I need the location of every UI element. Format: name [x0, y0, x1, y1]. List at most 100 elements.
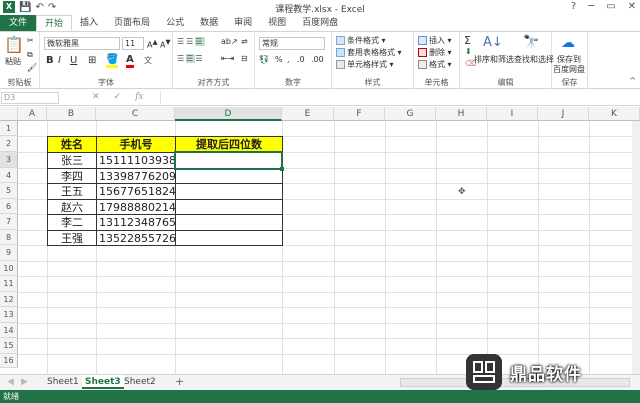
shrink-font-icon[interactable]: A▼	[160, 38, 171, 50]
column-header[interactable]: J	[538, 107, 589, 121]
tab-data[interactable]: 数据	[192, 15, 226, 31]
active-cell-selection[interactable]	[174, 151, 283, 170]
tab-home[interactable]: 开始	[36, 15, 73, 31]
currency-icon[interactable]: 💱	[259, 55, 269, 64]
autosum-button[interactable]: Σ	[464, 34, 471, 47]
row-header[interactable]: 16	[0, 354, 18, 368]
table-cell[interactable]	[175, 183, 283, 200]
name-box[interactable]: D3	[1, 92, 59, 104]
row-header[interactable]: 2	[0, 136, 18, 152]
row-header[interactable]: 7	[0, 214, 18, 230]
table-cell[interactable]: 13112348765	[96, 214, 176, 231]
row-header[interactable]: 1	[0, 121, 18, 136]
save-to-baidu-button-line2[interactable]: 百度网盘	[553, 64, 585, 75]
row-header[interactable]: 14	[0, 323, 18, 338]
table-cell[interactable]	[175, 199, 283, 215]
column-header[interactable]: I	[487, 107, 538, 121]
grow-font-icon[interactable]: A▲	[147, 38, 158, 50]
percent-icon[interactable]: %	[275, 55, 283, 64]
table-cell[interactable]	[175, 230, 283, 246]
table-header-phone[interactable]: 手机号	[96, 136, 176, 153]
tab-review[interactable]: 审阅	[226, 15, 260, 31]
fill-icon[interactable]: ⬇	[465, 47, 472, 56]
column-header[interactable]: F	[334, 107, 385, 121]
row-header[interactable]: 4	[0, 168, 18, 183]
column-header[interactable]: E	[282, 107, 334, 121]
find-select-button[interactable]: 查找和选择	[514, 54, 554, 65]
table-cell[interactable]: 王强	[47, 230, 97, 246]
row-header-selected[interactable]: 3	[0, 152, 18, 168]
tab-formulas[interactable]: 公式	[158, 15, 192, 31]
baidu-netdisk-icon[interactable]: ☁	[561, 35, 575, 51]
row-header[interactable]: 13	[0, 307, 18, 323]
table-format-button[interactable]: 套用表格格式 ▾	[336, 47, 402, 58]
select-all-corner[interactable]	[0, 107, 18, 121]
insert-button[interactable]: 插入 ▾	[418, 35, 452, 46]
column-header[interactable]: G	[385, 107, 436, 121]
table-cell[interactable]: 13522855726	[96, 230, 176, 246]
decrease-decimal-icon[interactable]: .00	[311, 55, 324, 64]
phonetic-icon[interactable]: 文	[144, 55, 152, 66]
help-button[interactable]: ?	[571, 1, 576, 12]
insert-function-icon[interactable]: fx	[135, 92, 143, 102]
next-sheet-icon[interactable]: ▶	[18, 375, 31, 389]
orientation-icon[interactable]: ab↗	[221, 37, 238, 46]
row-header[interactable]: 12	[0, 292, 18, 307]
cut-icon[interactable]: ✂	[27, 36, 34, 45]
table-cell[interactable]: 李二	[47, 214, 97, 231]
row-header[interactable]: 8	[0, 230, 18, 245]
sort-filter-icon[interactable]: A↓	[483, 35, 503, 50]
collapse-ribbon-icon[interactable]: ^	[629, 76, 636, 85]
formula-input[interactable]	[160, 91, 636, 104]
table-cell[interactable]	[175, 168, 283, 184]
top-align-icon[interactable]: ☰☰☰	[177, 37, 205, 46]
comma-icon[interactable]: ,	[287, 55, 290, 64]
sheet-tab[interactable]: Sheet2	[121, 375, 159, 389]
cancel-icon[interactable]: ✕	[92, 92, 100, 102]
paste-button[interactable]: 粘贴	[5, 56, 21, 67]
sort-filter-button[interactable]: 排序和筛选	[474, 54, 514, 65]
row-header[interactable]: 9	[0, 245, 18, 261]
confirm-icon[interactable]: ✓	[114, 92, 122, 102]
close-button[interactable]: ✕	[628, 1, 636, 12]
table-cell[interactable]	[175, 214, 283, 231]
column-header[interactable]: B	[47, 107, 96, 121]
indent-icon[interactable]: ⇤⇥	[221, 54, 234, 63]
tab-page-layout[interactable]: 页面布局	[106, 15, 158, 31]
format-painter-icon[interactable]: 🖌	[27, 63, 37, 72]
font-size-select[interactable]: 11	[122, 37, 144, 50]
find-select-icon[interactable]: 🔭	[523, 35, 539, 50]
delete-button[interactable]: 删除 ▾	[418, 47, 452, 58]
sheet-tab-active[interactable]: Sheet3	[82, 375, 124, 389]
column-header[interactable]: A	[18, 107, 47, 121]
format-button[interactable]: 格式 ▾	[418, 59, 452, 70]
tab-baidu-netdisk[interactable]: 百度网盘	[294, 15, 346, 31]
increase-decimal-icon[interactable]: .0	[297, 55, 305, 64]
add-sheet-button[interactable]: +	[172, 375, 187, 389]
table-cell[interactable]: 赵六	[47, 199, 97, 215]
number-format-select[interactable]: 常规	[259, 37, 325, 50]
table-header-name[interactable]: 姓名	[47, 136, 97, 153]
row-header[interactable]: 5	[0, 183, 18, 199]
column-header-selected[interactable]: D	[175, 107, 282, 121]
border-icon[interactable]: ⊞	[88, 55, 96, 66]
italic-button[interactable]: I	[58, 55, 61, 66]
table-cell[interactable]: 15111103938	[96, 152, 176, 169]
left-align-icon[interactable]: ☰☰☰	[177, 54, 205, 63]
row-header[interactable]: 15	[0, 338, 18, 354]
table-cell[interactable]: 王五	[47, 183, 97, 200]
column-header[interactable]: H	[436, 107, 487, 121]
table-cell[interactable]: 17988880214	[96, 199, 176, 215]
table-cell[interactable]: 15677651824	[96, 183, 176, 200]
sheet-tab[interactable]: Sheet1	[44, 375, 82, 389]
prev-sheet-icon[interactable]: ◀	[4, 375, 17, 389]
tab-view[interactable]: 视图	[260, 15, 294, 31]
table-cell[interactable]: 张三	[47, 152, 97, 169]
wrap-text-icon[interactable]: ⇌	[241, 37, 248, 46]
table-cell[interactable]: 李四	[47, 168, 97, 184]
row-header[interactable]: 6	[0, 199, 18, 214]
fill-handle[interactable]	[280, 167, 284, 171]
row-header[interactable]: 11	[0, 276, 18, 292]
minimize-button[interactable]: ─	[588, 1, 594, 12]
copy-icon[interactable]: ⧉	[27, 50, 33, 60]
